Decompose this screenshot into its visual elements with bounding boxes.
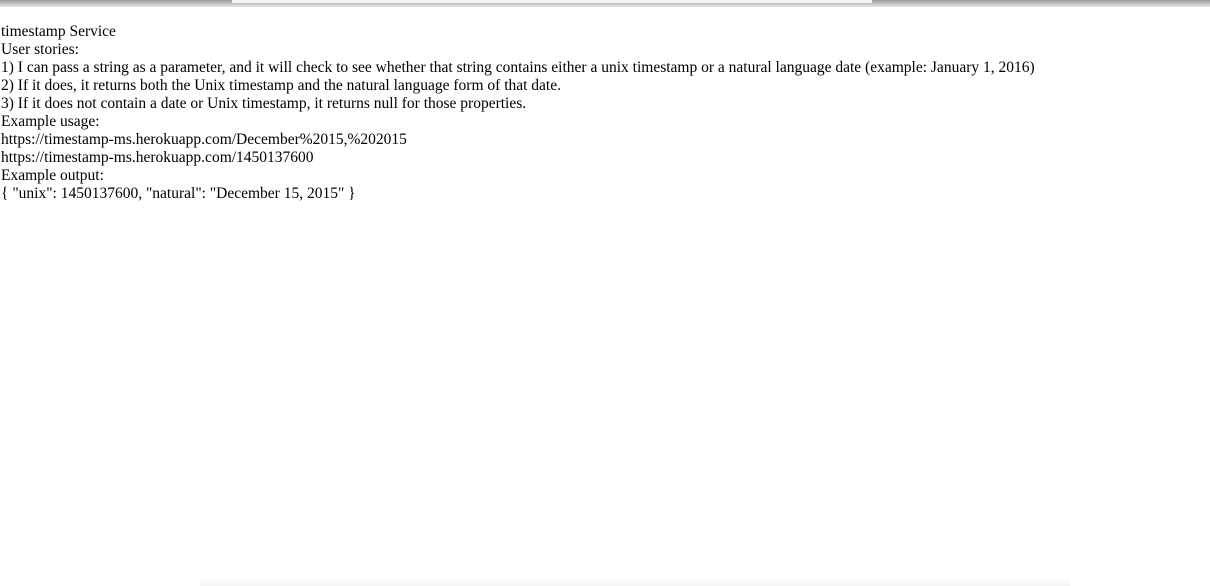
browser-tab-highlight [232,0,872,3]
example-usage-heading: Example usage: [1,113,100,130]
example-usage-url-1: https://timestamp-ms.herokuapp.com/Decem… [1,131,407,148]
page-title: timestamp Service [1,23,116,40]
example-output-heading: Example output: [1,167,104,184]
user-story-3: 3) If it does not contain a date or Unix… [1,95,527,112]
browser-chrome-strip [0,0,1210,7]
example-usage-url-2: https://timestamp-ms.herokuapp.com/14501… [1,149,314,166]
user-stories-heading: User stories: [1,41,79,58]
user-story-2: 2) If it does, it returns both the Unix … [1,77,561,94]
page-content: timestamp Service User stories: 1) I can… [1,23,1035,203]
bottom-scroll-shadow [200,578,1070,586]
user-story-1: 1) I can pass a string as a parameter, a… [1,59,1035,76]
example-output-json: { "unix": 1450137600, "natural": "Decemb… [1,185,356,202]
